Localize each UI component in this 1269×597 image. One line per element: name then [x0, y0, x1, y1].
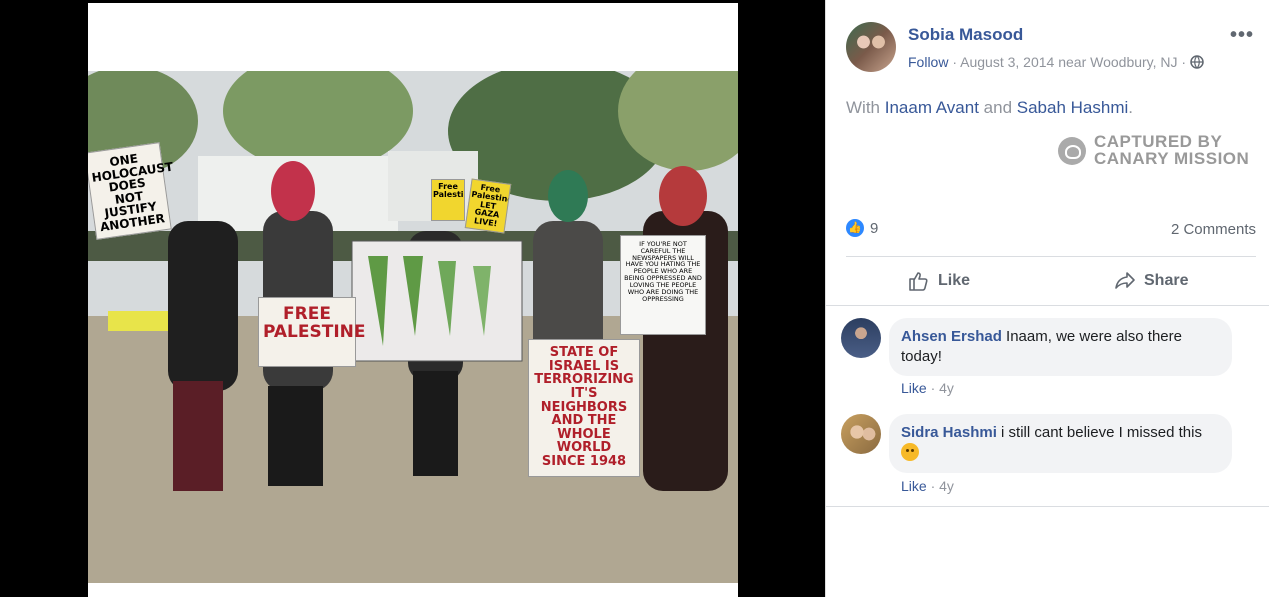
caption-end: . [1128, 98, 1133, 117]
watermark-line-2: CANARY MISSION [1094, 149, 1250, 168]
like-button[interactable]: Like [908, 257, 970, 305]
author-name[interactable]: Sobia Masood [908, 25, 1023, 45]
post-actions: Like Share [846, 257, 1256, 305]
comment-like-link[interactable]: Like [901, 380, 927, 396]
comments-count[interactable]: 2 Comments [1171, 221, 1256, 238]
commenter-avatar[interactable] [841, 414, 881, 454]
canary-mission-logo-icon [1058, 137, 1086, 165]
comment-author[interactable]: Ahsen Ershad [901, 328, 1002, 345]
comment-age[interactable]: · 4y [927, 380, 954, 396]
photo-canvas: ONE HOLOCAUST DOES NOT JUSTIFY ANOTHER F… [88, 3, 738, 597]
post-caption: With Inaam Avant and Sabah Hashmi. [846, 98, 1133, 118]
share-arrow-icon [1115, 272, 1135, 289]
sign-free-palestine-small: Free Palestine [431, 179, 465, 221]
tagged-user-1[interactable]: Inaam Avant [885, 98, 979, 117]
globe-icon [1190, 55, 1204, 69]
sign-free-palestine: FREE PALESTINE [258, 297, 366, 367]
comment-text: i still cant believe I missed this [996, 424, 1202, 441]
post-sidebar: Sobia Masood Follow · August 3, 2014 nea… [825, 0, 1269, 597]
frown-emoji-icon [901, 443, 919, 461]
divider [826, 305, 1269, 306]
comment-like-link[interactable]: Like [901, 478, 927, 494]
post-date-location[interactable]: · August 3, 2014 near Woodbury, NJ · [948, 54, 1190, 70]
comment-meta: Like · 4y [901, 478, 954, 494]
caption-with: With [846, 98, 885, 117]
sign-one-holocaust: ONE HOLOCAUST DOES NOT JUSTIFY ANOTHER [88, 142, 174, 240]
comment-bubble: Ahsen Ershad Inaam, we were also there t… [889, 318, 1232, 376]
sign-state-of-israel: STATE OF ISRAEL IS TERRORIZING IT'S NEIG… [528, 339, 640, 477]
comment-author[interactable]: Sidra Hashmi [901, 424, 997, 441]
sign-newspapers: IF YOU'RE NOT CAREFUL THE NEWSPAPERS WIL… [620, 235, 706, 335]
sign-let-gaza-live: Free Palestine LET GAZA LIVE! [464, 178, 512, 234]
photo-viewer: ONE HOLOCAUST DOES NOT JUSTIFY ANOTHER F… [0, 0, 1269, 597]
commenter-avatar[interactable] [841, 318, 881, 358]
reaction-stats: 👍 9 2 Comments [846, 218, 1256, 240]
like-badge-icon[interactable]: 👍 [846, 219, 864, 237]
photo-pane[interactable]: ONE HOLOCAUST DOES NOT JUSTIFY ANOTHER F… [0, 0, 825, 597]
author-avatar[interactable] [846, 22, 896, 72]
comment-bubble: Sidra Hashmi i still cant believe I miss… [889, 414, 1232, 473]
share-button-label: Share [1144, 272, 1189, 289]
tagged-user-2[interactable]: Sabah Hashmi [1017, 98, 1129, 117]
share-button[interactable]: Share [1114, 257, 1188, 305]
follow-link[interactable]: Follow [908, 54, 948, 70]
more-options-icon[interactable]: ••• [1230, 24, 1254, 47]
thumbs-up-icon [909, 272, 928, 291]
post-photo[interactable]: ONE HOLOCAUST DOES NOT JUSTIFY ANOTHER F… [88, 71, 738, 583]
watermark-line-1: CAPTURED BY [1094, 132, 1223, 151]
caption-and: and [978, 98, 1017, 117]
divider [826, 506, 1269, 507]
comment-age[interactable]: · 4y [927, 478, 954, 494]
post-meta: Follow · August 3, 2014 near Woodbury, N… [908, 54, 1204, 70]
watermark-text: CAPTURED BY CANARY MISSION [1094, 133, 1249, 167]
like-button-label: Like [938, 272, 971, 289]
like-count[interactable]: 9 [870, 220, 878, 237]
comment-meta: Like · 4y [901, 380, 954, 396]
